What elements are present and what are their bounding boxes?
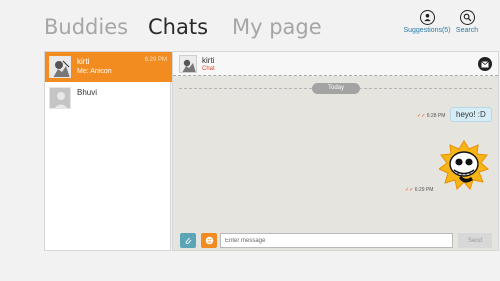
suggestions-button[interactable]: Suggestions(5)	[402, 10, 452, 34]
message-icon	[481, 60, 489, 67]
chat-panel: kirti Chat Today ✓✓ 6:28 PM heyo! :D ✓✓ …	[172, 51, 499, 251]
message-meta: ✓✓ 6:28 PM	[417, 113, 445, 119]
chat-subtitle: Chat	[202, 66, 215, 72]
search-label: Search	[455, 27, 479, 34]
message-bubble[interactable]: heyo! :D	[450, 107, 492, 122]
chat-header: kirti Chat	[173, 52, 498, 76]
chat-menu-button[interactable]	[478, 57, 492, 71]
sent-icon: ✓✓	[405, 187, 414, 193]
contact-name: kirti	[77, 57, 90, 66]
message-time: 6:29 PM	[414, 187, 434, 193]
sent-icon: ✓✓	[417, 113, 426, 119]
contact-preview: Me: Anicon	[77, 68, 112, 75]
contact-item-bhuvi[interactable]: Bhuvi	[45, 83, 172, 113]
compose-bar: Send	[173, 228, 498, 250]
sticker-image[interactable]	[438, 140, 489, 190]
suggestions-label: Suggestions(5)	[403, 27, 451, 34]
avatar	[49, 56, 71, 78]
message-meta: ✓✓ 6:29 PM	[405, 187, 433, 193]
tab-my-page[interactable]: My page	[232, 15, 322, 39]
contact-name: Bhuvi	[77, 88, 98, 97]
person-icon	[419, 10, 435, 25]
contact-time: 6:29 PM	[144, 57, 167, 63]
smiley-icon	[205, 236, 213, 245]
paperclip-icon	[185, 237, 192, 244]
message-time: 6:28 PM	[426, 113, 446, 119]
tab-chats[interactable]: Chats	[148, 15, 208, 39]
search-button[interactable]: Search	[455, 10, 479, 34]
attach-button[interactable]	[180, 233, 196, 248]
contact-item-kirti[interactable]: kirti Me: Anicon 6:29 PM	[45, 52, 172, 82]
avatar[interactable]	[179, 55, 197, 73]
chat-title: kirti	[202, 56, 215, 65]
tab-buddies[interactable]: Buddies	[44, 15, 128, 39]
message-input[interactable]	[220, 233, 453, 248]
day-label: Today	[312, 83, 360, 94]
contacts-panel: kirti Me: Anicon 6:29 PM Bhuvi	[44, 51, 172, 251]
search-icon	[459, 10, 475, 25]
emoji-button[interactable]	[201, 233, 217, 248]
avatar	[49, 87, 71, 109]
send-button[interactable]: Send	[458, 233, 492, 248]
